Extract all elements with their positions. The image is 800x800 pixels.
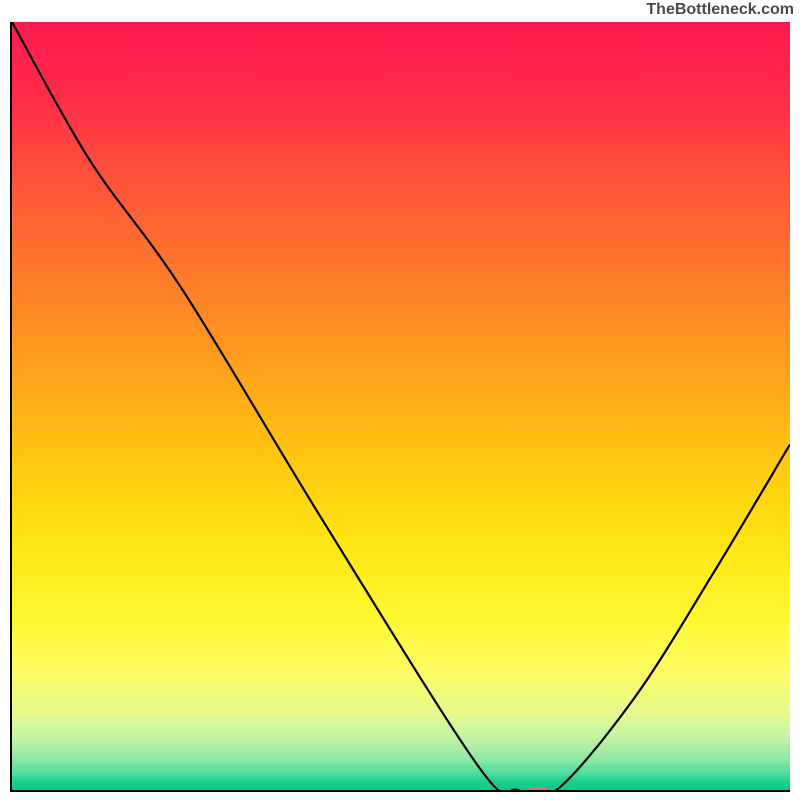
bottleneck-chart: TheBottleneck.com (0, 0, 800, 800)
optimal-marker (528, 787, 550, 792)
watermark-text: TheBottleneck.com (646, 2, 794, 18)
bottleneck-curve-path (12, 22, 790, 790)
curve-svg (12, 22, 790, 790)
plot-axes (10, 22, 790, 792)
